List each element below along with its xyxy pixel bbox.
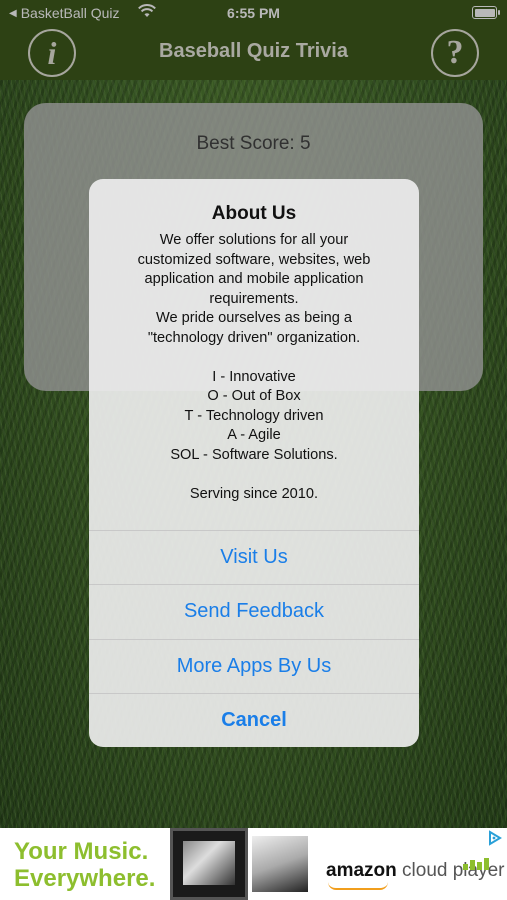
album-cover-image — [252, 836, 308, 892]
alert-title: About Us — [211, 203, 297, 224]
alert-message-line: requirements. — [209, 290, 299, 307]
alert-message-line: We pride ourselves as being a — [155, 310, 353, 326]
more-apps-button[interactable]: More Apps By Us — [89, 638, 419, 693]
alert-message-line: "technology driven" organization. — [147, 329, 361, 346]
alert-message-line: We offer solutions for all your — [159, 232, 349, 248]
ad-brand: amazon — [326, 860, 397, 881]
alert-message-line: T - Technology driven — [184, 407, 324, 424]
ad-tagline-line1: Your Music. — [14, 838, 149, 865]
ad-tagline: Your Music. Everywhere. — [14, 838, 155, 892]
equalizer-icon — [463, 858, 489, 870]
ad-product: cloud player — [402, 860, 505, 881]
alert-message-line: application and mobile application — [144, 271, 364, 287]
alert-message-line: SOL - Software Solutions. — [170, 446, 338, 463]
alert-message-line — [103, 348, 405, 368]
about-us-alert: About Us We offer solutions for all your… — [89, 179, 419, 747]
alert-message-line: I - Innovative — [212, 368, 296, 385]
send-feedback-button[interactable]: Send Feedback — [89, 584, 419, 638]
alert-body: About Us We offer solutions for all your… — [89, 179, 419, 530]
ad-banner[interactable]: Your Music. Everywhere. amazon cloud pla… — [0, 828, 507, 900]
alert-message-line: A - Agile — [227, 427, 281, 443]
alert-message: We offer solutions for all your customiz… — [89, 231, 419, 504]
alert-message-line — [103, 465, 405, 485]
alert-message-line: Serving since 2010. — [189, 485, 319, 502]
album-cover-image — [170, 828, 248, 900]
alert-message-line: customized software, websites, web — [137, 251, 371, 268]
visit-us-button[interactable]: Visit Us — [89, 530, 419, 584]
adchoices-icon[interactable] — [487, 830, 503, 846]
alert-actions: Visit Us Send Feedback More Apps By Us C… — [89, 530, 419, 747]
ad-tagline-line2: Everywhere. — [14, 865, 156, 892]
alert-message-line: O - Out of Box — [207, 388, 301, 404]
cancel-button[interactable]: Cancel — [89, 692, 419, 747]
